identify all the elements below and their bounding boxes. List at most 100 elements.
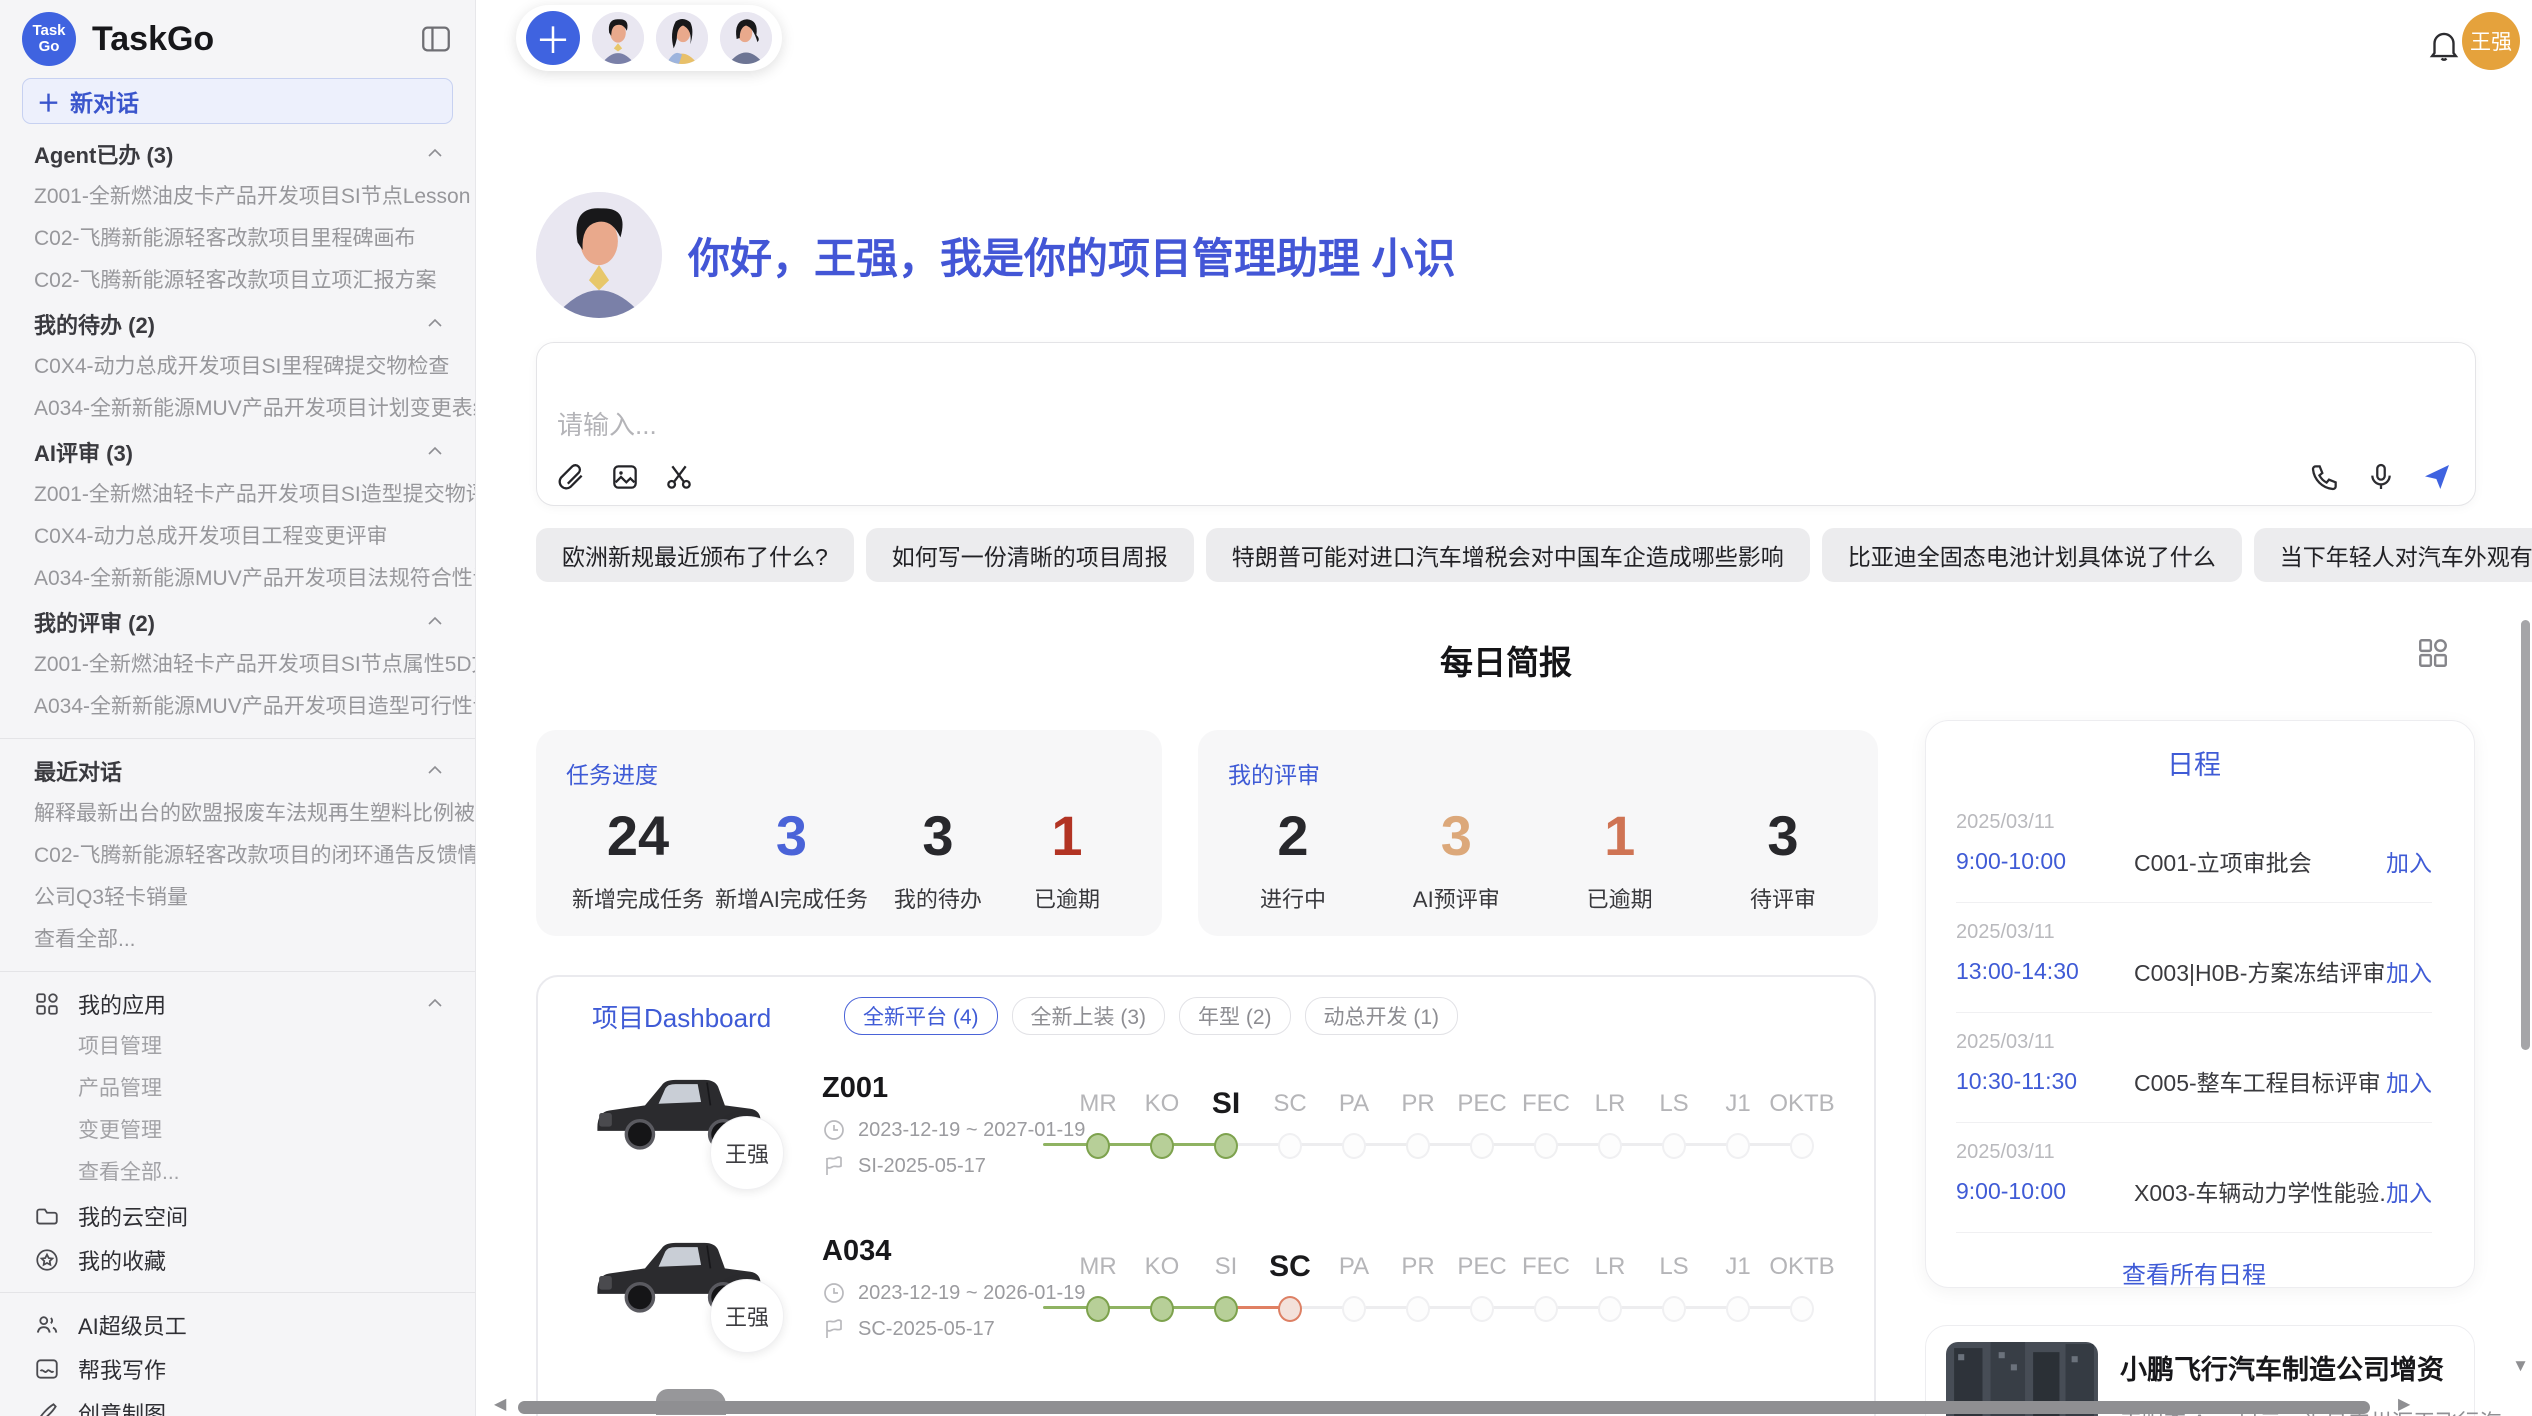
sidebar-item-cloud-space[interactable]: 我的云空间 (0, 1194, 475, 1238)
filter-model-year[interactable]: 年型 (2) (1179, 997, 1291, 1035)
milestone-dot (1214, 1296, 1238, 1322)
layout-grid-icon[interactable] (2416, 636, 2450, 670)
event-join-link[interactable]: 加入 (2386, 954, 2432, 988)
milestone-dot (1278, 1133, 1302, 1159)
event-join-link[interactable]: 加入 (2386, 844, 2432, 878)
quick-access-bar: ＋ (516, 5, 782, 71)
milestone-dot (1534, 1296, 1558, 1322)
notifications-bell-icon[interactable] (2425, 26, 2463, 64)
send-icon[interactable] (2421, 461, 2453, 493)
flag-icon (822, 1317, 846, 1341)
project-dashboard-card: 项目Dashboard 全新平台 (4) 全新上装 (3) 年型 (2) 动总开… (536, 975, 1876, 1416)
app-item-project-mgmt[interactable]: 项目管理 (0, 1026, 475, 1068)
milestone-line-done (1043, 1143, 1226, 1146)
suggestion-chip[interactable]: 欧洲新规最近颁布了什么? (536, 528, 854, 582)
suggestion-chip[interactable]: 当下年轻人对汽车外观有怎样的喜好趋势 (2254, 528, 2532, 582)
greeting-text: 你好，王强，我是你的项目管理助理 小识 (688, 225, 1456, 286)
chevron-up-icon[interactable] (425, 994, 445, 1014)
project-code[interactable]: Z001 (822, 1072, 888, 1105)
recent-chat-item[interactable]: C02-飞腾新能源轻客改款项目的闭环通告反馈情况 (0, 835, 475, 877)
microphone-icon[interactable] (2365, 461, 2397, 493)
add-agent-button[interactable]: ＋ (526, 11, 580, 65)
suggestion-chip[interactable]: 比亚迪全固态电池计划具体说了什么 (1822, 528, 2242, 582)
scissors-icon[interactable] (663, 461, 695, 493)
sidebar-item-favorites[interactable]: 我的收藏 (0, 1238, 475, 1282)
app-item-change-mgmt[interactable]: 变更管理 (0, 1110, 475, 1152)
main-area: ＋ 王强 你好，王强，我是你的项目管理助理 小识 请输入... (476, 0, 2532, 1416)
suggestion-chip[interactable]: 特朗普可能对进口汽车增税会对中国车企造成哪些影响 (1206, 528, 1810, 582)
section-recent-chats[interactable]: 最近对话 (0, 749, 475, 793)
section-ai-review[interactable]: AI评审 (3) (0, 430, 475, 474)
attachment-icon[interactable] (555, 461, 587, 493)
view-all-schedule-link[interactable]: 查看所有日程 (1956, 1233, 2432, 1312)
app-item-product-mgmt[interactable]: 产品管理 (0, 1068, 475, 1110)
sidebar-item-ai-staff[interactable]: AI超级员工 (0, 1303, 475, 1347)
owner-name: 王强 (725, 1300, 769, 1332)
input-right-icons (2309, 461, 2453, 493)
sidebar-item[interactable]: Z001-全新燃油轻卡产品开发项目SI造型提交物评审 (0, 474, 475, 516)
chevron-up-icon[interactable] (425, 761, 445, 781)
sidebar-item-my-apps[interactable]: 我的应用 (0, 982, 475, 1026)
chevron-up-icon[interactable] (425, 612, 445, 632)
sidebar-item[interactable]: C0X4-动力总成开发项目工程变更评审 (0, 516, 475, 558)
sidebar-item[interactable]: A034-全新新能源MUV产品开发项目计划变更表编写 (0, 388, 475, 430)
horizontal-scrollbar-thumb[interactable] (518, 1401, 2370, 1414)
sidebar-collapse-icon[interactable] (419, 22, 453, 56)
sidebar-item[interactable]: Z001-全新燃油皮卡产品开发项目SI节点Lesson Learn报告 (0, 176, 475, 218)
event-join-link[interactable]: 加入 (2386, 1064, 2432, 1098)
filter-powertrain[interactable]: 动总开发 (1) (1305, 997, 1459, 1035)
event-join-link[interactable]: 加入 (2386, 1174, 2432, 1208)
chat-input-card[interactable]: 请输入... (536, 342, 2476, 506)
vertical-scrollbar-thumb[interactable] (2521, 620, 2530, 1050)
user-avatar[interactable]: 王强 (2462, 12, 2520, 70)
stat-label: 进行中 (1234, 882, 1352, 914)
new-chat-button[interactable]: ＋ 新对话 (22, 78, 453, 124)
chevron-up-icon[interactable] (425, 442, 445, 462)
project-row-a034[interactable]: 王强 A034 2023-12-19 ~ 2026-01-19 SC-2025-… (538, 1227, 1874, 1392)
chevron-up-icon[interactable] (425, 314, 445, 334)
sidebar-item[interactable]: A034-全新新能源MUV产品开发项目造型可行性评审 (0, 686, 475, 728)
image-icon[interactable] (609, 461, 641, 493)
sidebar-item[interactable]: C0X4-动力总成开发项目SI里程碑提交物检查 (0, 346, 475, 388)
sidebar-item[interactable]: Z001-全新燃油轻卡产品开发项目SI节点属性5D文件评审 (0, 644, 475, 686)
filter-new-platform[interactable]: 全新平台 (4) (844, 997, 998, 1035)
section-agent-done[interactable]: Agent已办 (3) (0, 132, 475, 176)
recent-chat-item[interactable]: 解释最新出台的欧盟报废车法规再生塑料比例被调至15%... (0, 793, 475, 835)
vertical-scrollbar-down-arrow[interactable]: ▼ (2512, 1356, 2529, 1376)
stat-label: 已逾期 (1561, 882, 1679, 914)
pen-icon (34, 1400, 60, 1416)
phone-icon[interactable] (2309, 461, 2341, 493)
agent-avatar-3[interactable] (720, 12, 772, 64)
chevron-up-icon[interactable] (425, 144, 445, 164)
stat-my-todo: 3 我的待办 (879, 804, 997, 914)
project-code[interactable]: A034 (822, 1235, 891, 1268)
sidebar-item[interactable]: A034-全新新能源MUV产品开发项目法规符合性评审 (0, 558, 475, 600)
agent-avatar-1[interactable] (592, 12, 644, 64)
section-my-review[interactable]: 我的评审 (2) (0, 600, 475, 644)
sidebar-item-help-write[interactable]: 帮我写作 (0, 1347, 475, 1391)
sidebar-item-creative-draw[interactable]: 创意制图 (0, 1391, 475, 1416)
filter-new-body[interactable]: 全新上装 (3) (1012, 997, 1166, 1035)
suggestion-chip[interactable]: 如何写一份清晰的项目周报 (866, 528, 1194, 582)
stat-value: 3 (1397, 804, 1515, 868)
project-row-z001[interactable]: 王强 Z001 2023-12-19 ~ 2027-01-19 SI-2025-… (538, 1064, 1874, 1229)
milestone-dot (1598, 1133, 1622, 1159)
horizontal-scrollbar-left-arrow[interactable]: ◀ (494, 1394, 506, 1414)
project-dates: 2023-12-19 ~ 2026-01-19 (822, 1281, 1085, 1305)
sidebar-item[interactable]: C02-飞腾新能源轻客改款项目里程碑画布 (0, 218, 475, 260)
horizontal-scrollbar-right-arrow[interactable]: ▶ (2398, 1394, 2410, 1414)
section-my-todo[interactable]: 我的待办 (2) (0, 302, 475, 346)
chat-input-placeholder: 请输入... (557, 405, 657, 442)
recent-view-all[interactable]: 查看全部... (0, 919, 475, 961)
milestone-dot (1278, 1296, 1302, 1322)
agent-avatar-2[interactable] (656, 12, 708, 64)
recent-chat-item[interactable]: 公司Q3轻卡销量 (0, 877, 475, 919)
stat-in-progress: 2 进行中 (1234, 804, 1352, 914)
app-title: TaskGo (92, 20, 419, 59)
new-chat-label: 新对话 (70, 84, 139, 118)
news-title: 小鹏飞行汽车制造公司增资 (2120, 1348, 2501, 1387)
sidebar-item[interactable]: C02-飞腾新能源轻客改款项目立项汇报方案 (0, 260, 475, 302)
milestone-dot (1470, 1133, 1494, 1159)
daily-briefing-title: 每日简报 (536, 636, 2476, 684)
apps-view-all[interactable]: 查看全部... (0, 1152, 475, 1194)
